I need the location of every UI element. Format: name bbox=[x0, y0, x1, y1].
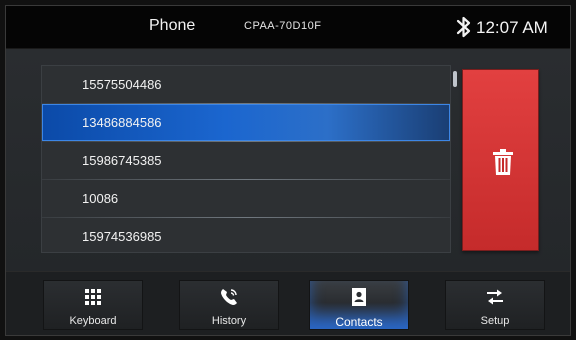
bottom-tab-bar: Keyboard History Contacts Setup bbox=[6, 271, 570, 335]
contact-number: 15986745385 bbox=[82, 153, 162, 168]
device-name: CPAA-70D10F bbox=[244, 20, 322, 32]
bluetooth-icon bbox=[456, 16, 471, 38]
contacts-panel: 15575504486 13486884586 15986745385 1008… bbox=[6, 49, 570, 271]
phone-history-icon bbox=[221, 289, 237, 305]
trash-icon bbox=[493, 149, 513, 175]
tab-label: Keyboard bbox=[69, 315, 117, 327]
app-frame: Phone CPAA-70D10F 12:07 AM 15575504486 1… bbox=[5, 5, 571, 336]
tab-keyboard[interactable]: Keyboard bbox=[43, 280, 143, 330]
app-title: Phone bbox=[149, 17, 196, 34]
tab-label: Setup bbox=[480, 315, 510, 327]
phone-screen: Phone CPAA-70D10F 12:07 AM 15575504486 1… bbox=[0, 0, 576, 340]
tab-label: History bbox=[211, 315, 247, 327]
transfer-arrows-icon bbox=[487, 289, 503, 305]
contact-row[interactable]: 15974536985 bbox=[42, 218, 450, 255]
contact-row[interactable]: 15986745385 bbox=[42, 142, 450, 179]
keypad-icon bbox=[85, 289, 101, 305]
tab-label: Contacts bbox=[335, 315, 383, 329]
contact-number: 15575504486 bbox=[82, 77, 162, 92]
tab-contacts[interactable]: Contacts bbox=[309, 280, 409, 330]
contact-number: 13486884586 bbox=[82, 115, 162, 130]
clock: 12:07 AM bbox=[476, 18, 548, 37]
contact-number: 15974536985 bbox=[82, 229, 162, 244]
list-scrollbar[interactable] bbox=[453, 71, 457, 87]
contact-row[interactable]: 15575504486 bbox=[42, 66, 450, 103]
contacts-icon bbox=[352, 288, 366, 306]
tab-setup[interactable]: Setup bbox=[445, 280, 545, 330]
contact-list[interactable]: 15575504486 13486884586 15986745385 1008… bbox=[41, 65, 451, 253]
contact-number: 10086 bbox=[82, 191, 119, 206]
status-bar: Phone CPAA-70D10F 12:07 AM bbox=[6, 6, 570, 49]
tab-history[interactable]: History bbox=[179, 280, 279, 330]
contact-row[interactable]: 10086 bbox=[42, 180, 450, 217]
delete-button[interactable] bbox=[462, 69, 539, 251]
contact-row-selected[interactable]: 13486884586 bbox=[42, 104, 450, 141]
